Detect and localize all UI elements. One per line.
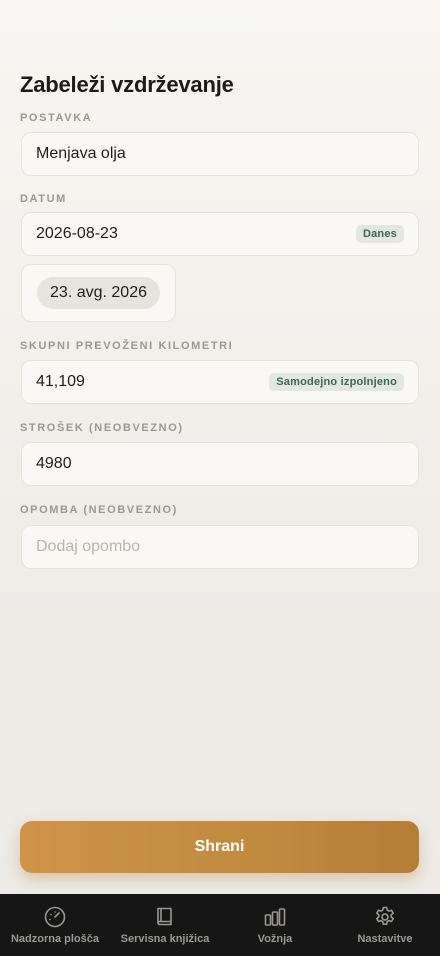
bar-chart-icon [264, 908, 286, 926]
autofilled-badge: Samodejno izpolnjeno [269, 373, 404, 391]
tab-driving[interactable]: Vožnja [220, 894, 330, 956]
item-field[interactable]: Menjava olja [21, 132, 419, 176]
tab-driving-label: Vožnja [257, 933, 293, 945]
page-title: Zabeleži vzdrževanje [20, 72, 234, 97]
today-button[interactable]: Danes [355, 225, 404, 243]
date-field[interactable]: 2026-08-23 Danes [21, 212, 419, 256]
odometer-value: 41,109 [36, 373, 85, 390]
cost-value: 4980 [36, 455, 72, 472]
cost-label: STROŠEK (NEOBVEZNO) [20, 422, 184, 434]
save-button[interactable]: Shrani [20, 821, 419, 873]
odometer-label: SKUPNI PREVOŽENI KILOMETRI [20, 340, 234, 352]
gear-icon [376, 906, 394, 925]
odometer-field[interactable]: 41,109 Samodejno izpolnjeno [21, 360, 419, 404]
tab-settings-label: Nastavitve [357, 933, 413, 945]
book-icon [157, 907, 172, 926]
item-label: POSTAVKA [20, 112, 93, 124]
date-value: 2026-08-23 [36, 225, 118, 242]
tab-dashboard[interactable]: Nadzorna plošča [0, 894, 110, 956]
note-label: OPOMBA (NEOBVEZNO) [20, 504, 178, 516]
gauge-icon [44, 906, 66, 928]
date-picker-button[interactable]: 23. avg. 2026 [37, 277, 160, 309]
note-placeholder: Dodaj opombo [36, 538, 141, 555]
note-field[interactable]: Dodaj opombo [21, 525, 419, 569]
tab-settings[interactable]: Nastavitve [330, 894, 440, 956]
date-label: DATUM [20, 193, 67, 205]
cost-field[interactable]: 4980 [21, 442, 419, 486]
item-value: Menjava olja [36, 145, 126, 162]
tab-dashboard-label: Nadzorna plošča [10, 933, 100, 945]
date-picker: 23. avg. 2026 [21, 264, 176, 322]
tab-bar: Nadzorna plošča Servisna knjižica Vožnja… [0, 894, 440, 956]
tab-service-book-label: Servisna knjižica [120, 933, 210, 945]
tab-service-book[interactable]: Servisna knjižica [110, 894, 220, 956]
